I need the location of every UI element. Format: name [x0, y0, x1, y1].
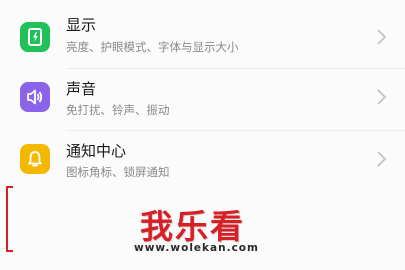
settings-item-subtitle: 免打扰、铃声、振动	[66, 103, 170, 117]
watermark-logo: 我乐看	[140, 207, 245, 246]
settings-item-display[interactable]: 显示 亮度、护眼模式、字体与显示大小	[0, 6, 405, 68]
chevron-right-icon	[377, 89, 387, 105]
settings-panel: 显示 亮度、护眼模式、字体与显示大小 声音 免打扰、铃声、振动 通知中心 图标角…	[0, 0, 405, 270]
bell-icon	[20, 144, 50, 174]
watermark-url: www.wolekan.com	[134, 242, 259, 254]
chevron-right-icon	[377, 151, 387, 167]
red-annotation-bracket	[6, 186, 13, 252]
chevron-right-icon	[377, 29, 387, 45]
settings-item-notification-center[interactable]: 通知中心 图标角标、锁屏通知	[0, 128, 405, 190]
settings-item-sound[interactable]: 声音 免打扰、铃声、振动	[0, 66, 405, 128]
settings-item-title: 显示	[66, 16, 97, 34]
display-icon	[20, 22, 50, 52]
watermark: 我乐看 www.wolekan.com	[118, 200, 278, 260]
settings-item-subtitle: 图标角标、锁屏通知	[66, 165, 170, 179]
settings-item-title: 通知中心	[66, 142, 127, 160]
settings-item-title: 声音	[66, 80, 97, 98]
speaker-icon	[20, 82, 50, 112]
settings-item-subtitle: 亮度、护眼模式、字体与显示大小	[66, 40, 239, 54]
